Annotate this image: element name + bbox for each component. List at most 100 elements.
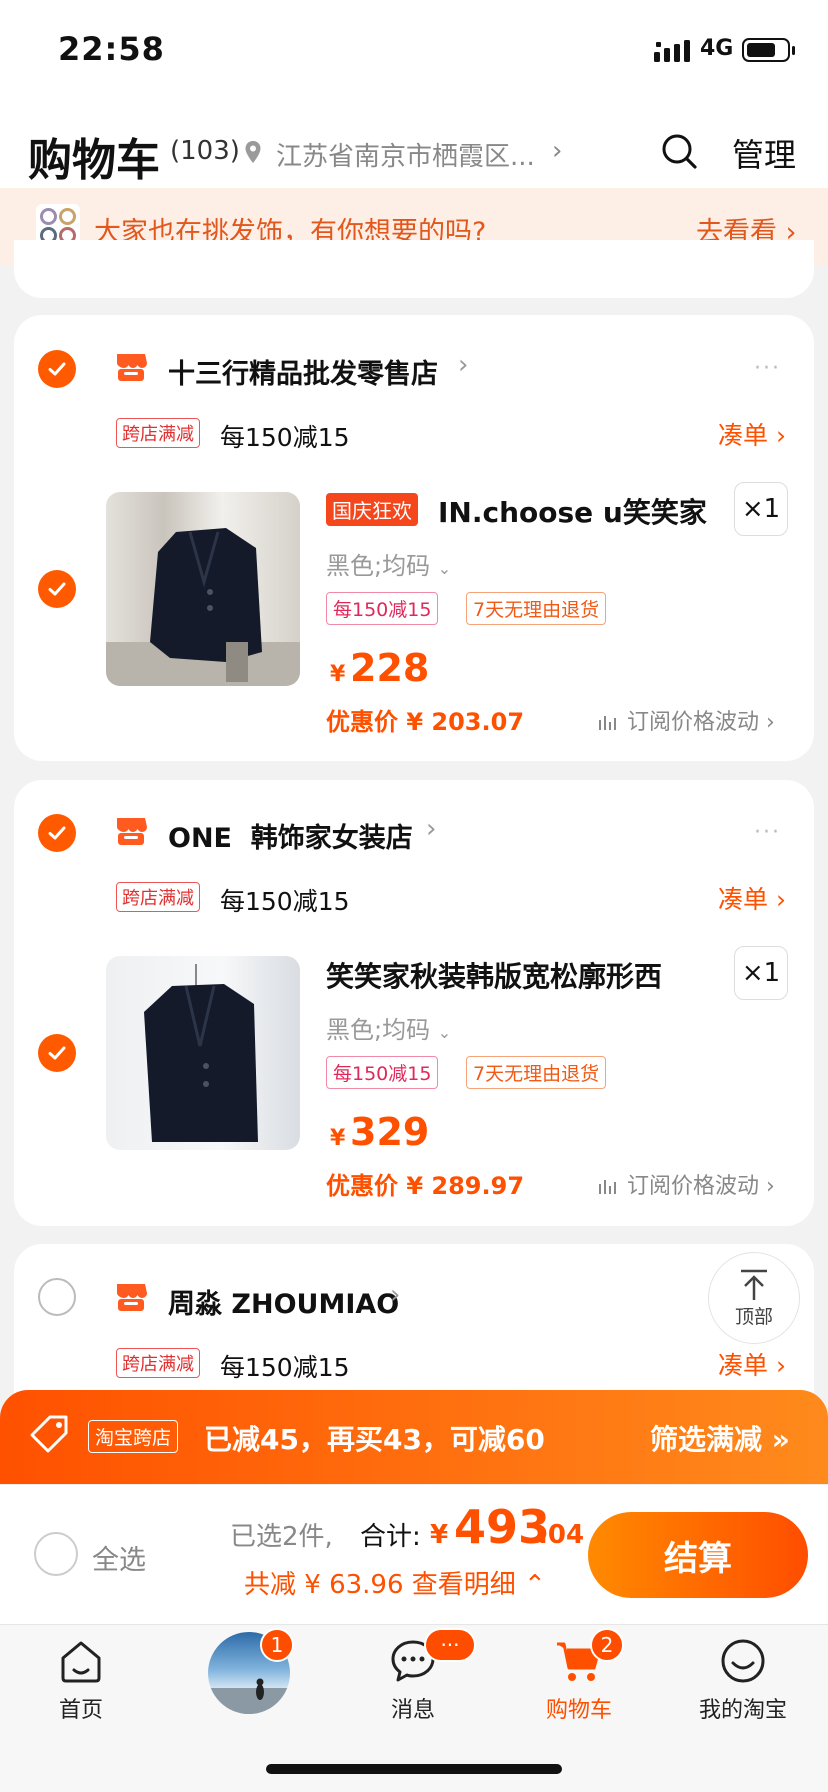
chevron-down-icon: ⌄ xyxy=(437,559,452,578)
product-discount-tag: 每150减15 xyxy=(326,592,439,625)
chart-icon xyxy=(599,1180,616,1194)
coudan-link[interactable]: 凑单 › xyxy=(718,1346,786,1382)
tab-my-taobao-label: 我的淘宝 xyxy=(698,1698,787,1723)
network-type: 4G xyxy=(700,36,734,61)
quantity-button[interactable]: ×1 xyxy=(734,946,788,1000)
filter-discount-link[interactable]: 筛选满减 » xyxy=(650,1418,790,1458)
select-all-label[interactable]: 全选 xyxy=(92,1538,146,1577)
cross-store-tag: 跨店满减 xyxy=(116,1348,200,1378)
price-watch-link[interactable]: 订阅价格波动 › xyxy=(598,1168,775,1200)
product-image[interactable] xyxy=(106,956,300,1150)
sku-label: 黑色;均码 xyxy=(326,1016,431,1044)
discount-rule: 每150减15 xyxy=(220,1353,350,1382)
check-icon xyxy=(48,582,66,596)
tab-cart[interactable]: 购物车 xyxy=(514,1636,644,1724)
shop-checkbox[interactable] xyxy=(38,1278,76,1316)
chevron-right-icon[interactable]: › xyxy=(426,814,436,844)
chart-icon xyxy=(599,716,616,730)
check-icon xyxy=(48,1046,66,1060)
total-label: 合计: xyxy=(360,1522,421,1552)
total-amount: 493 xyxy=(454,1500,551,1554)
tab-my-taobao[interactable]: 我的淘宝 xyxy=(678,1636,808,1724)
coudan-link[interactable]: 凑单 › xyxy=(718,416,786,452)
coudan-label: 凑单 xyxy=(718,421,769,450)
shop-checkbox[interactable] xyxy=(38,350,76,388)
product-discount-tag: 每150减15 xyxy=(326,1056,439,1089)
coupon-tag-icon xyxy=(30,1415,68,1453)
item-checkbox[interactable] xyxy=(38,1034,76,1072)
home-indicator[interactable] xyxy=(266,1764,562,1774)
return-policy-tag: 7天无理由退货 xyxy=(466,1056,607,1089)
more-icon[interactable]: ··· xyxy=(754,356,781,381)
cart-count: (103) xyxy=(170,136,240,166)
discount-rule: 每150减15 xyxy=(220,423,350,452)
price-watch-link[interactable]: 订阅价格波动 › xyxy=(598,704,775,736)
item-checkbox[interactable] xyxy=(38,570,76,608)
arrow-up-icon xyxy=(741,1269,767,1300)
chevron-up-icon: ⌃ xyxy=(524,1570,546,1600)
message-badge: ··· xyxy=(424,1628,476,1662)
shop-icon xyxy=(117,818,147,845)
tab-home[interactable]: 首页 xyxy=(16,1636,146,1724)
smile-icon xyxy=(721,1639,765,1683)
battery-icon xyxy=(742,38,790,62)
discount-price: 优惠价 ¥ 289.97 xyxy=(326,1172,525,1200)
tab-home-label: 首页 xyxy=(58,1698,103,1723)
shop-name[interactable]: 十三行精品批发零售店 xyxy=(168,352,438,391)
check-icon xyxy=(48,362,66,376)
currency-symbol: ¥ xyxy=(330,662,346,687)
check-icon xyxy=(48,826,66,840)
total-currency: ¥ xyxy=(430,1520,449,1550)
status-time: 22:58 xyxy=(58,30,165,68)
search-icon[interactable] xyxy=(660,132,698,170)
product-image[interactable] xyxy=(106,492,300,686)
back-to-top-label: 顶部 xyxy=(734,1305,773,1328)
battery-tip xyxy=(792,46,795,55)
checkout-button[interactable]: 结算 xyxy=(588,1512,808,1598)
select-all-checkbox[interactable] xyxy=(34,1532,78,1576)
previous-card-edge xyxy=(14,240,814,298)
notification-badge: 1 xyxy=(260,1628,294,1662)
location-pin-icon[interactable] xyxy=(244,140,262,164)
taobao-cross-store-tag: 淘宝跨店 xyxy=(88,1420,179,1453)
shop-name[interactable]: 周淼 ZHOUMIAO xyxy=(168,1282,399,1321)
home-icon xyxy=(61,1641,101,1683)
discount-rule: 每150减15 xyxy=(220,887,350,916)
shop-checkbox[interactable] xyxy=(38,814,76,852)
savings-label: 共减 ¥ 63.96 查看明细 xyxy=(244,1570,516,1600)
shop-icon xyxy=(117,1284,147,1311)
savings-detail-link[interactable]: 共减 ¥ 63.96 查看明细 ⌃ xyxy=(244,1564,546,1601)
discount-price: 优惠价 ¥ 203.07 xyxy=(326,708,525,736)
cross-store-tag: 跨店满减 xyxy=(116,418,200,448)
chevron-right-icon[interactable]: › xyxy=(390,1280,400,1310)
tab-messages-label: 消息 xyxy=(390,1698,435,1723)
quantity-button[interactable]: ×1 xyxy=(734,482,788,536)
product-sku[interactable]: 黑色;均码 ⌄ xyxy=(326,1010,451,1045)
return-policy-tag: 7天无理由退货 xyxy=(466,592,607,625)
cart-badge: 2 xyxy=(590,1628,624,1662)
back-to-top-button[interactable]: 顶部 xyxy=(708,1252,800,1344)
product-title[interactable]: 笑笑家秋装韩版宽松廓形西 xyxy=(326,955,662,995)
delivery-location[interactable]: 江苏省南京市栖霞区... xyxy=(276,136,535,173)
more-icon[interactable]: ··· xyxy=(754,820,781,845)
chevron-right-icon[interactable]: › xyxy=(552,136,562,166)
page-title: 购物车 xyxy=(28,135,160,186)
promo-bar-text: 已减45，再买43，可减60 xyxy=(204,1423,545,1456)
coudan-link[interactable]: 凑单 › xyxy=(718,880,786,916)
cross-store-tag: 跨店满减 xyxy=(116,882,200,912)
product-price: 329 xyxy=(350,1110,430,1154)
shop-name[interactable]: ONE 韩饰家女装店 xyxy=(168,816,413,855)
product-title[interactable]: IN.choose u笑笑家 xyxy=(438,491,707,531)
manage-button[interactable]: 管理 xyxy=(732,130,796,176)
promo-badge: 国庆狂欢 xyxy=(326,493,418,526)
selected-count: 已选2件, xyxy=(230,1522,333,1552)
product-price: 228 xyxy=(350,646,430,690)
total-decimal: .04 xyxy=(538,1520,585,1550)
filter-discount-label: 筛选满减 xyxy=(650,1423,763,1456)
coudan-label: 凑单 xyxy=(718,1351,769,1380)
product-sku[interactable]: 黑色;均码 ⌄ xyxy=(326,546,451,581)
signal-icon xyxy=(654,40,690,62)
tab-cart-label: 购物车 xyxy=(545,1698,612,1723)
price-watch-label: 订阅价格波动 xyxy=(627,710,760,735)
chevron-right-icon[interactable]: › xyxy=(458,350,468,380)
